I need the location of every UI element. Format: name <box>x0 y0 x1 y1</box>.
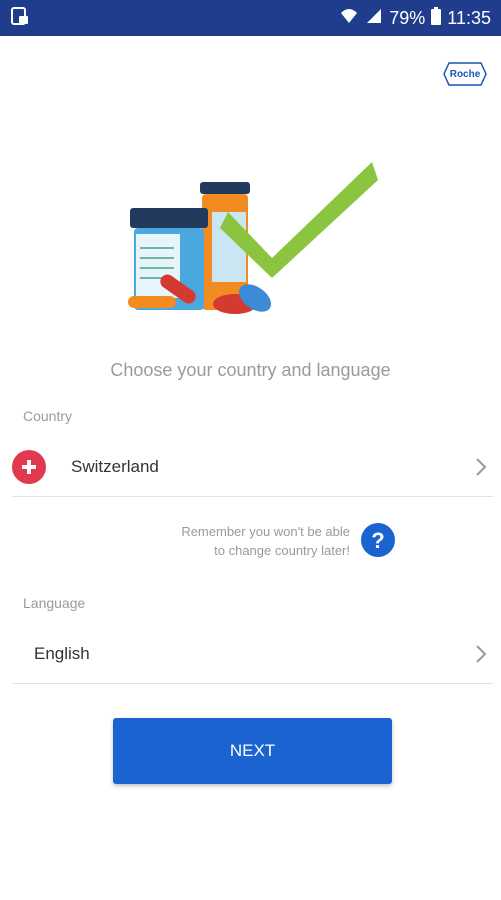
battery-percent: 79% <box>389 7 426 28</box>
language-label: Language <box>23 595 86 611</box>
notification-icon <box>10 6 30 31</box>
swiss-flag-icon <box>12 449 46 484</box>
status-right: 79% 11:35 <box>339 6 491 30</box>
battery-icon <box>431 6 442 30</box>
roche-logo-text: Roche <box>449 68 481 80</box>
status-left <box>10 6 30 31</box>
signal-icon <box>365 7 383 30</box>
clock: 11:35 <box>447 7 491 28</box>
hint-line-1: Remember you won't be able <box>181 524 350 539</box>
wifi-icon <box>339 7 359 30</box>
country-label: Country <box>23 408 73 424</box>
status-bar: 79% 11:35 <box>0 0 501 36</box>
help-icon[interactable]: ? <box>361 523 395 557</box>
language-selector[interactable]: English <box>12 624 493 684</box>
country-selector[interactable]: Switzerland <box>12 437 493 497</box>
chevron-right-icon <box>475 457 487 482</box>
language-value: English <box>34 643 90 663</box>
medicine-illustration <box>120 150 390 330</box>
hint-line-2: to change country later! <box>214 543 350 558</box>
roche-logo: Roche <box>443 62 487 86</box>
country-lock-hint: Remember you won't be able to change cou… <box>130 522 350 560</box>
next-button[interactable]: NEXT <box>113 718 392 784</box>
svg-text:?: ? <box>371 528 384 553</box>
country-value: Switzerland <box>71 456 159 476</box>
chevron-right-icon <box>475 644 487 669</box>
prompt-title: Choose your country and language <box>110 360 391 380</box>
